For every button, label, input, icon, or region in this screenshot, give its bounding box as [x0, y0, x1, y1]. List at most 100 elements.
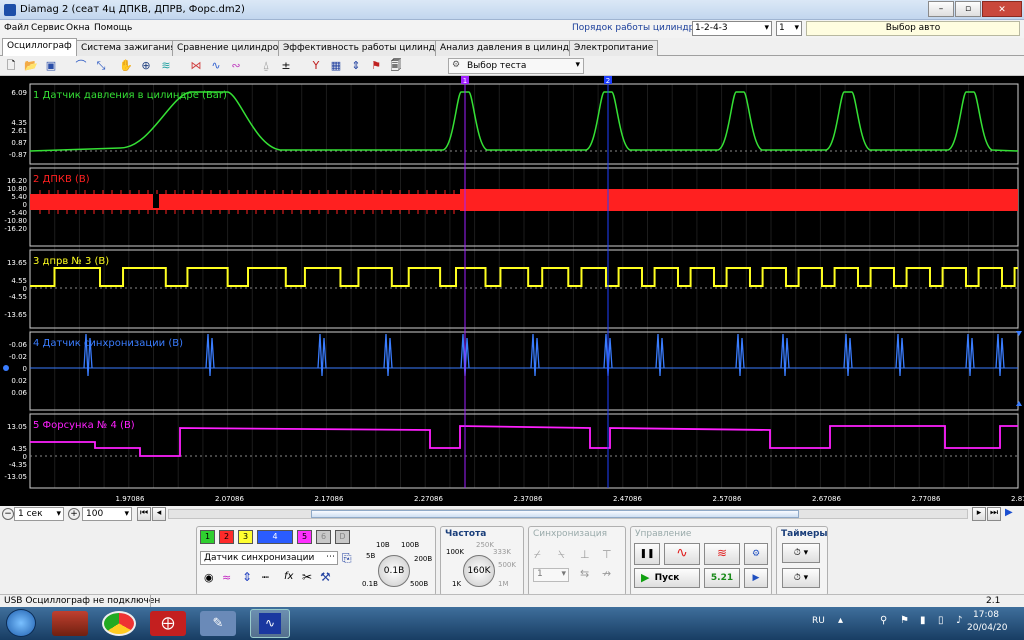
zoom-out-icon[interactable]: − — [2, 508, 14, 520]
pulse-down-icon[interactable]: ⊤ — [602, 548, 612, 561]
function-icon[interactable]: fx — [284, 571, 293, 582]
go-start-icon[interactable]: ⏮ — [137, 507, 151, 521]
language-indicator[interactable]: RU — [812, 616, 825, 626]
dotted-line-icon[interactable]: ┉ — [262, 571, 269, 584]
timer-1-button[interactable]: ⏱ ▾ — [782, 543, 820, 563]
tab-oscilloscope[interactable]: Осциллограф — [2, 38, 77, 56]
sync-move-icon[interactable]: ⇆ — [580, 567, 589, 580]
channel-2-button[interactable]: 2 — [219, 530, 234, 544]
channel-1-button[interactable]: 1 — [200, 530, 215, 544]
falling-edge-icon[interactable]: ⍀ — [558, 548, 565, 562]
trigger-icon[interactable]: ⍙ — [258, 58, 274, 74]
zero-icon[interactable]: ± — [278, 58, 294, 74]
cursor-marker-label: 2 — [606, 77, 610, 85]
step-forward-icon[interactable]: ▸ — [972, 507, 986, 521]
rising-edge-icon[interactable]: ⌿ — [534, 548, 541, 562]
menu-file[interactable]: Файл — [4, 23, 29, 33]
save-icon[interactable]: ▣ — [43, 58, 59, 74]
sine-wave-icon[interactable]: ∿ — [664, 543, 700, 565]
probe-icon[interactable]: ⎘ — [342, 551, 352, 566]
pulse-up-icon[interactable]: ⊥ — [580, 548, 590, 561]
overlay-icon[interactable]: ∾ — [228, 58, 244, 74]
sensor-select[interactable]: Датчик синхронизации ⋯ — [200, 551, 338, 565]
scrollbar-thumb[interactable] — [311, 510, 799, 518]
sync-icon[interactable]: Y — [308, 58, 324, 74]
open-folder-icon[interactable]: 📂 — [23, 58, 39, 74]
scissors-icon[interactable]: ✂ — [302, 570, 312, 584]
start-button-icon[interactable] — [6, 609, 36, 637]
tray-arrow-icon[interactable]: ▴ — [838, 615, 843, 626]
maximize-icon[interactable]: ▫ — [955, 1, 981, 17]
cylinder-order-select[interactable]: 1-2-4-3 ▾ — [692, 21, 772, 36]
autoscale-icon[interactable]: ≋ — [158, 58, 174, 74]
version-button[interactable]: 5.21 — [704, 568, 740, 588]
sync-position-icon[interactable]: ↛ — [602, 567, 611, 580]
settings-icon[interactable]: ⚒ — [320, 570, 331, 584]
winrar-icon[interactable] — [52, 611, 88, 636]
test-select[interactable]: ⚙ Выбор теста ▾ — [448, 58, 584, 74]
auto-select-button[interactable]: Выбор авто — [806, 21, 1020, 36]
new-file-icon[interactable]: 🗋 — [3, 58, 19, 74]
grid-icon[interactable]: ▦ — [328, 58, 344, 74]
auto-settings-icon[interactable]: ⚙ — [744, 543, 768, 565]
clock-time[interactable]: 17:08 — [973, 610, 999, 620]
flag-icon[interactable]: ⚑ — [368, 58, 384, 74]
sync-panel: Синхронизация — [528, 526, 626, 596]
pdf-reader-icon[interactable]: ⨁ — [150, 611, 186, 636]
zoom-select[interactable]: 100 ▾ — [82, 507, 132, 521]
paint-icon[interactable]: ✎ — [200, 611, 236, 636]
noise-wave-icon[interactable]: ≋ — [704, 543, 740, 565]
tab-cylinder-efficiency[interactable]: Эффективность работы цилиндров — [278, 40, 457, 56]
close-icon[interactable]: ✕ — [982, 1, 1022, 17]
channel-4-button[interactable]: 4 — [257, 530, 293, 544]
menu-service[interactable]: Сервис — [31, 23, 65, 33]
battery-icon[interactable]: ▯ — [938, 615, 944, 626]
split-icon[interactable]: ⇕ — [348, 58, 364, 74]
network-icon[interactable]: ⚲ — [880, 615, 887, 626]
flag-tray-icon[interactable]: ⚑ — [900, 615, 909, 626]
channel-5-button[interactable]: 5 — [297, 530, 312, 544]
pause-icon[interactable]: ❚❚ — [634, 543, 660, 565]
step-back-icon[interactable]: ◂ — [152, 507, 166, 521]
time-scrollbar[interactable] — [168, 509, 968, 519]
hand-tool-icon[interactable]: ✋ — [118, 58, 134, 74]
timebase-select[interactable]: 1 сек ▾ — [14, 507, 64, 521]
oscilloscope-view[interactable]: 6.09 4.35 2.61 0.87 -0.87 1 Датчик давления в… — [0, 76, 1024, 506]
tab-pressure-analysis[interactable]: Анализ давления в цилиндре — [435, 40, 586, 56]
channel-6-button[interactable]: 6 — [316, 530, 331, 544]
axis-tick-label: 16.20 — [7, 177, 27, 185]
timer-2-button[interactable]: ⏱ ▾ — [782, 568, 820, 588]
minimize-icon[interactable]: – — [928, 1, 954, 17]
go-end-icon[interactable]: ⏭ — [987, 507, 1001, 521]
noise-icon[interactable]: ≈ — [222, 571, 231, 584]
volume-icon[interactable]: ♪ — [956, 615, 962, 626]
zoom-icon[interactable]: ⊕ — [138, 58, 154, 74]
signal-icon[interactable]: ▮ — [920, 615, 926, 626]
filter-icon[interactable]: ∿ — [208, 58, 224, 74]
offset-icon[interactable]: ⇕ — [242, 570, 252, 584]
start-button[interactable]: ▶ Пуск — [634, 568, 700, 588]
menu-help[interactable]: Помощь — [94, 23, 132, 33]
measure-tool-icon[interactable]: ⤡ — [93, 58, 109, 74]
chrome-icon[interactable] — [102, 611, 136, 636]
invert-icon[interactable]: ⋈ — [188, 58, 204, 74]
eye-icon[interactable]: ◉ — [204, 571, 214, 584]
diamag-taskbar-button[interactable]: ∿ — [250, 609, 290, 638]
auto-play-icon[interactable]: ▶ — [744, 568, 768, 588]
clock-date[interactable]: 20/04/20 — [967, 623, 1007, 633]
tab-power[interactable]: Электропитание — [569, 40, 659, 56]
tab-cylinder-compare[interactable]: Сравнение цилиндров — [172, 40, 289, 56]
zoom-in-icon[interactable]: + — [68, 508, 80, 520]
play-icon[interactable]: ▶ — [1005, 507, 1013, 518]
menu-windows[interactable]: Окна — [66, 23, 90, 33]
digital-channel-button[interactable]: D — [335, 530, 350, 544]
frequency-knob[interactable]: 160K — [463, 555, 495, 587]
cylinder-select[interactable]: 1 ▾ — [776, 21, 802, 36]
report-icon[interactable]: 🗐 — [388, 58, 404, 74]
tab-ignition[interactable]: Система зажигания — [76, 40, 181, 56]
channel-3-button[interactable]: 3 — [238, 530, 253, 544]
volt-knob[interactable]: 0.1В — [378, 555, 410, 587]
cursor-tool-icon[interactable]: ⌒ — [73, 58, 89, 74]
sync-channel-select[interactable]: 1 ▾ — [533, 568, 569, 582]
oscilloscope-canvas[interactable]: 6.094.352.610.87-0.871 Датчик давления в… — [0, 76, 1024, 506]
